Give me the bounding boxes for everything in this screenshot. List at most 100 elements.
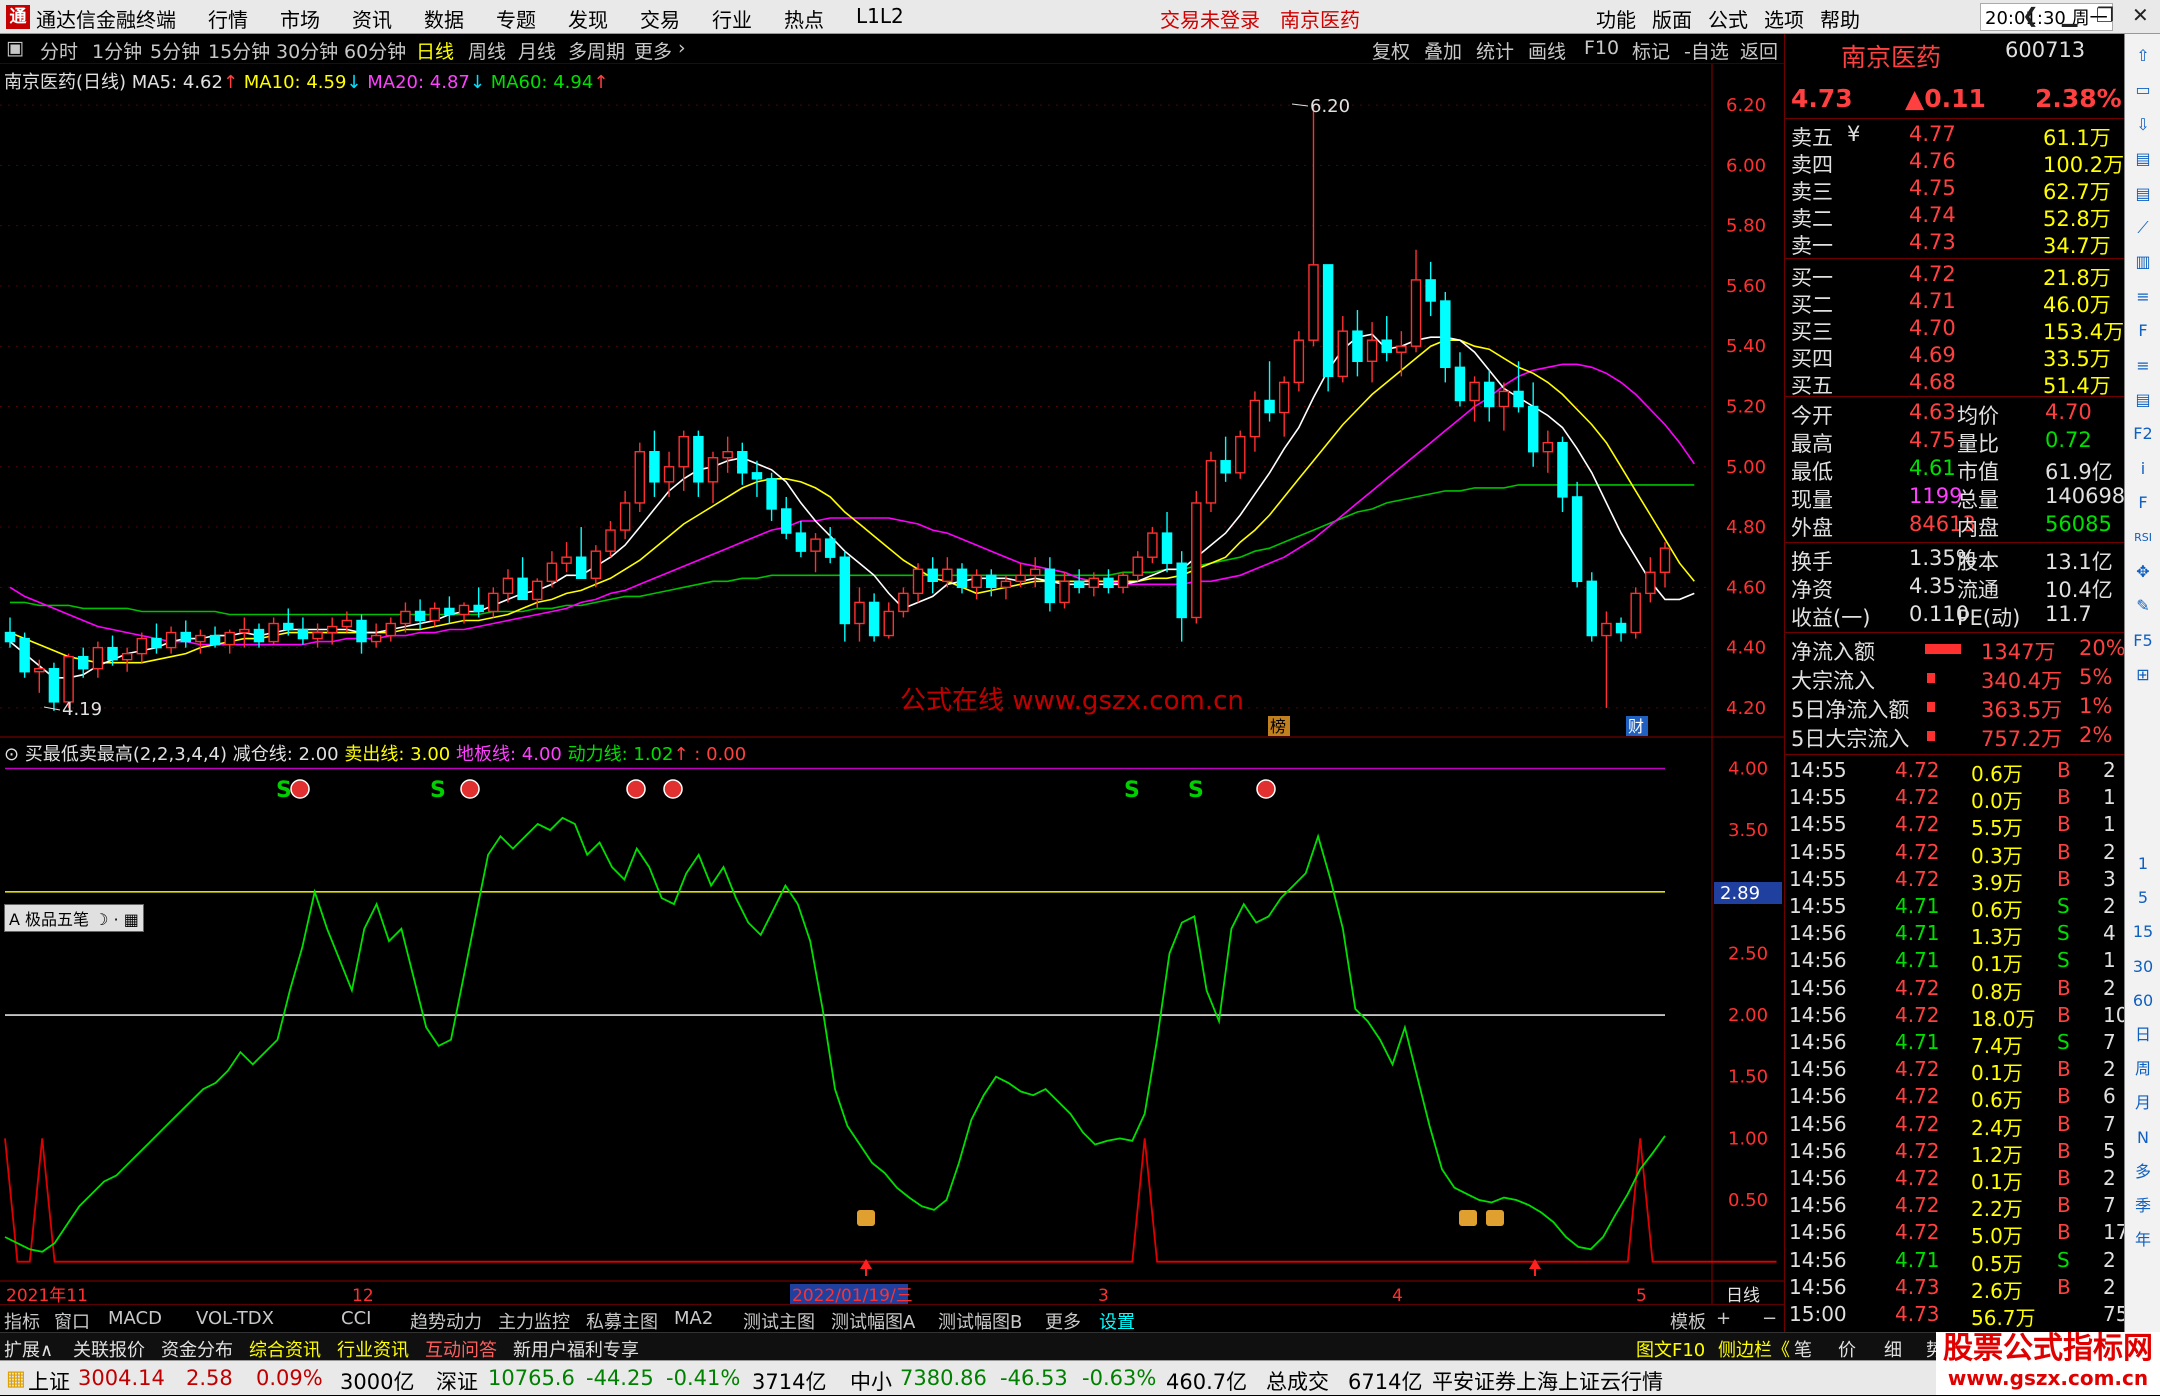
- sidebar-period-1[interactable]: 1: [2129, 850, 2157, 878]
- menu-gongshi[interactable]: 公式: [1708, 4, 1748, 33]
- kline-chart[interactable]: 6.20 4.19 榜 财 6.20 6.00 5.80 5.60 5.40 5.20 5.00 4.…: [0, 64, 1784, 1304]
- sidebar-period-月[interactable]: 月: [2129, 1089, 2157, 1117]
- period-weekly[interactable]: 周线: [468, 37, 506, 64]
- sidebar-period-N[interactable]: N: [2129, 1124, 2157, 1152]
- ext-tab-1[interactable]: 关联报价: [73, 1336, 145, 1362]
- menu-hangqing[interactable]: 行情: [208, 4, 248, 33]
- menu-banmian[interactable]: 版面: [1652, 4, 1692, 33]
- chart-icon[interactable]: ▤: [2129, 180, 2157, 208]
- up-arrow-icon[interactable]: ⇧: [2129, 42, 2157, 70]
- menu-jiaoyi[interactable]: 交易: [640, 4, 680, 33]
- login-status[interactable]: 交易未登录: [1160, 4, 1260, 33]
- tab-1[interactable]: 窗口: [54, 1308, 90, 1334]
- menu-redian[interactable]: 热点: [784, 4, 824, 33]
- toolbar-f10[interactable]: F10: [1584, 37, 1619, 59]
- f2-icon[interactable]: F2: [2129, 420, 2157, 448]
- toolbar-huaxian[interactable]: 画线: [1528, 37, 1566, 64]
- sidebar-period-季[interactable]: 季: [2129, 1192, 2157, 1220]
- tab-right-1[interactable]: +: [1716, 1308, 1731, 1329]
- menu-gongneng[interactable]: 功能: [1596, 4, 1636, 33]
- tab-5[interactable]: 趋势动力: [410, 1308, 482, 1334]
- menu-hangye[interactable]: 行业: [712, 4, 752, 33]
- ext-tab-5[interactable]: 互动问答: [425, 1336, 497, 1362]
- back-icon[interactable]: ❮: [2022, 3, 2039, 27]
- period-multi[interactable]: 多周期: [568, 37, 625, 64]
- ext-tab-right-0[interactable]: 图文F10: [1636, 1336, 1705, 1362]
- tab-3[interactable]: VOL-TDX: [196, 1308, 274, 1329]
- period-fenshi[interactable]: 分时: [40, 37, 78, 64]
- minimize-icon[interactable]: ▁: [2062, 3, 2077, 27]
- draw-toolbar[interactable]: A 极品五笔 ☽ · ▦: [4, 904, 144, 932]
- tab-right-0[interactable]: 模板: [1670, 1308, 1706, 1334]
- menu-shuju[interactable]: 数据: [424, 4, 464, 33]
- restore-icon[interactable]: ❐: [2096, 3, 2114, 27]
- tab-7[interactable]: 私募主图: [586, 1308, 658, 1334]
- toolbar-fanhui[interactable]: 返回: [1740, 37, 1778, 64]
- tab-4[interactable]: CCI: [341, 1308, 371, 1329]
- toolbar-tongji[interactable]: 统计: [1476, 37, 1514, 64]
- chevron-right-icon[interactable]: ›: [678, 37, 686, 59]
- period-daily[interactable]: 日线: [416, 37, 454, 64]
- period-monthly[interactable]: 月线: [518, 37, 556, 64]
- ext-tab-0[interactable]: 扩展∧: [4, 1336, 53, 1362]
- menu-zhuanti[interactable]: 专题: [496, 4, 536, 33]
- tab-12[interactable]: 更多: [1045, 1308, 1081, 1334]
- tab-11[interactable]: 测试幅图B: [938, 1308, 1022, 1334]
- list-icon[interactable]: ≡: [2129, 283, 2157, 311]
- chart-icon[interactable]: ▤: [2129, 386, 2157, 414]
- period-15min[interactable]: 15分钟: [208, 37, 270, 64]
- candle-icon[interactable]: ▥: [2129, 248, 2157, 276]
- sidebar-period-30[interactable]: 30: [2129, 953, 2157, 981]
- period-30min[interactable]: 30分钟: [276, 37, 338, 64]
- tab-8[interactable]: MA2: [674, 1308, 713, 1329]
- ext-tab-2[interactable]: 资金分布: [161, 1336, 233, 1362]
- menu-zixun[interactable]: 资讯: [352, 4, 392, 33]
- menu-bangzhu[interactable]: 帮助: [1820, 4, 1860, 33]
- toolbar-zixuan[interactable]: -自选: [1684, 37, 1729, 64]
- sidebar-period-周[interactable]: 周: [2129, 1055, 2157, 1083]
- ext-tab-3[interactable]: 综合资讯: [249, 1336, 321, 1362]
- ext-tab-6[interactable]: 新用户福利专享: [513, 1336, 639, 1362]
- tab-6[interactable]: 主力监控: [498, 1308, 570, 1334]
- panel-icon[interactable]: ▣: [6, 37, 24, 59]
- sidebar-period-日[interactable]: 日: [2129, 1021, 2157, 1049]
- tab-9[interactable]: 测试主图: [743, 1308, 815, 1334]
- toolbar-fuquan[interactable]: 复权: [1372, 37, 1410, 64]
- menu-xuanxiang[interactable]: 选项: [1764, 4, 1804, 33]
- sidebar-period-5[interactable]: 5: [2129, 884, 2157, 912]
- period-1min[interactable]: 1分钟: [92, 37, 142, 64]
- info-icon[interactable]: i: [2129, 455, 2157, 483]
- chart-area[interactable]: 6.20 4.19 榜 财 6.20 6.00 5.80 5.60 5.40 5.20 5.00 4.…: [0, 64, 1784, 1304]
- period-5min[interactable]: 5分钟: [150, 37, 200, 64]
- ext-tab-right-4[interactable]: 细: [1884, 1336, 1902, 1362]
- tab-13[interactable]: 设置: [1099, 1308, 1135, 1334]
- tab-0[interactable]: 指标: [4, 1308, 40, 1334]
- f-icon[interactable]: F: [2129, 489, 2157, 517]
- tab-2[interactable]: MACD: [108, 1308, 162, 1329]
- list-icon[interactable]: ≡: [2129, 352, 2157, 380]
- ext-tab-right-3[interactable]: 价: [1838, 1336, 1856, 1362]
- toolbar-biaoji[interactable]: 标记: [1632, 37, 1670, 64]
- chart-icon[interactable]: ▤: [2129, 145, 2157, 173]
- tab-10[interactable]: 测试幅图A: [831, 1308, 915, 1334]
- window-icon[interactable]: ▭: [2129, 76, 2157, 104]
- sidebar-period-60[interactable]: 60: [2129, 987, 2157, 1015]
- move-icon[interactable]: ✥: [2129, 558, 2157, 586]
- sidebar-period-多[interactable]: 多: [2129, 1158, 2157, 1186]
- tab-right-2[interactable]: −: [1762, 1308, 1777, 1329]
- ext-tab-4[interactable]: 行业资讯: [337, 1336, 409, 1362]
- menu-shichang[interactable]: 市场: [280, 4, 320, 33]
- close-icon[interactable]: ✕: [2132, 3, 2149, 27]
- sidebar-period-年[interactable]: 年: [2129, 1226, 2157, 1254]
- f10-icon[interactable]: F: [2129, 317, 2157, 345]
- rsi-icon[interactable]: RSI: [2129, 524, 2157, 552]
- down-arrow-icon[interactable]: ⇩: [2129, 111, 2157, 139]
- toolbar-diejia[interactable]: 叠加: [1424, 37, 1462, 64]
- period-60min[interactable]: 60分钟: [344, 37, 406, 64]
- ext-tab-right-2[interactable]: 笔: [1794, 1336, 1812, 1362]
- f5-icon[interactable]: F5: [2129, 627, 2157, 655]
- menu-faxian[interactable]: 发现: [568, 4, 608, 33]
- indicator-toggle-icon[interactable]: ⊙: [4, 744, 19, 765]
- period-more[interactable]: 更多: [634, 37, 672, 64]
- calc-icon[interactable]: ⊞: [2129, 661, 2157, 689]
